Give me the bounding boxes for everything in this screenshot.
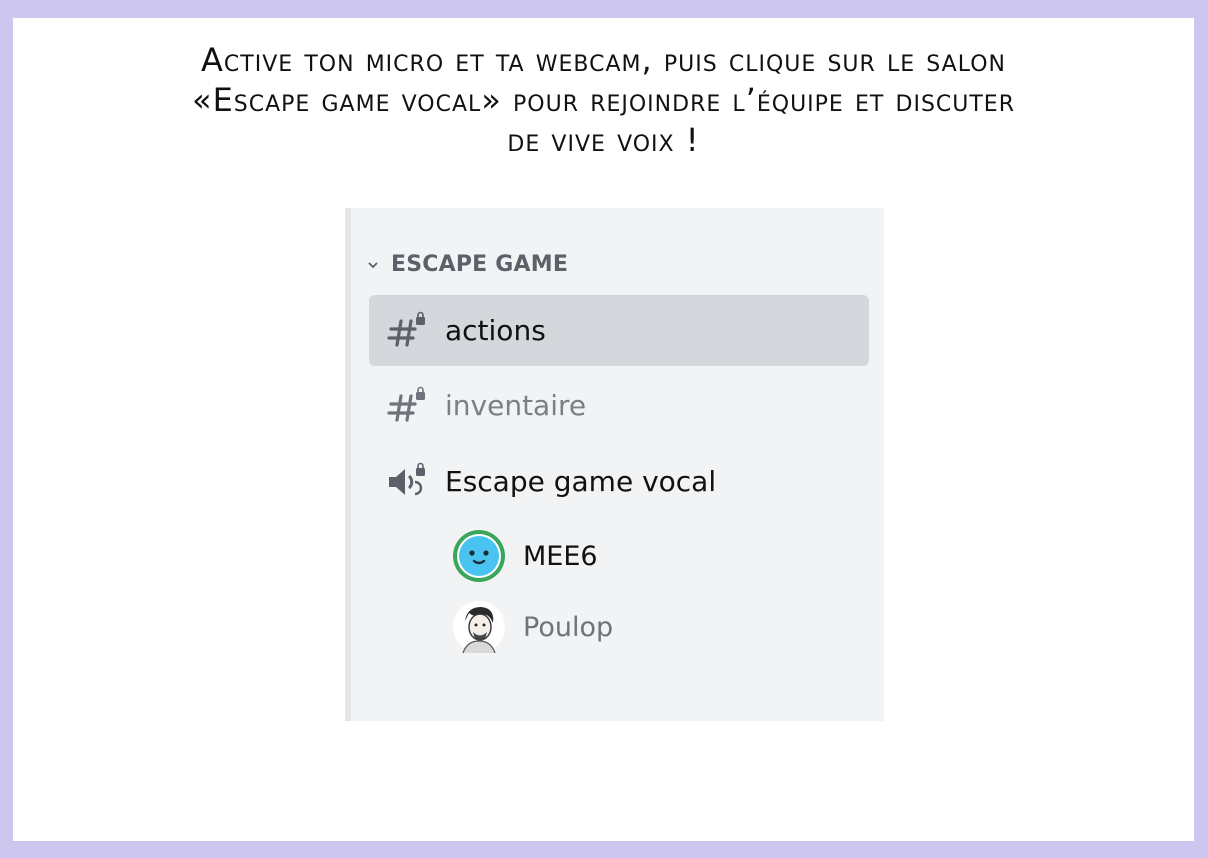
instruction-line-2: «Escape game vocal» pour rejoindre l’équ…: [191, 81, 1015, 119]
hashtag-lock-icon: [385, 386, 429, 426]
instruction-line-3: de vive voix !: [507, 121, 700, 159]
instruction-card: Active ton micro et ta webcam, puis cliq…: [13, 18, 1194, 841]
member-name: Poulop: [523, 611, 614, 643]
mee6-avatar: [453, 530, 505, 582]
member-name: MEE6: [523, 540, 598, 572]
voice-member-poulop[interactable]: Poulop: [451, 597, 613, 657]
hashtag-lock-icon: [385, 311, 429, 351]
instruction-text: Active ton micro et ta webcam, puis cliq…: [13, 40, 1194, 160]
channel-actions[interactable]: actions: [369, 295, 869, 366]
poulop-avatar: [453, 601, 505, 654]
channel-label: actions: [445, 314, 546, 347]
chevron-down-icon: [368, 261, 378, 268]
channel-sidebar: ESCAPE GAME actions inventaire Escape ga…: [345, 208, 884, 721]
speaker-lock-icon: [385, 462, 429, 502]
channel-label: inventaire: [445, 389, 587, 422]
instruction-line-1: Active ton micro et ta webcam, puis cliq…: [201, 41, 1006, 79]
channel-escape-game-vocal[interactable]: Escape game vocal: [369, 446, 869, 517]
channel-inventaire[interactable]: inventaire: [369, 370, 869, 441]
voice-member-mee6[interactable]: MEE6: [451, 526, 598, 586]
channel-label: Escape game vocal: [445, 465, 717, 498]
category-escape-game[interactable]: ESCAPE GAME: [367, 252, 568, 277]
category-label: ESCAPE GAME: [391, 252, 569, 277]
